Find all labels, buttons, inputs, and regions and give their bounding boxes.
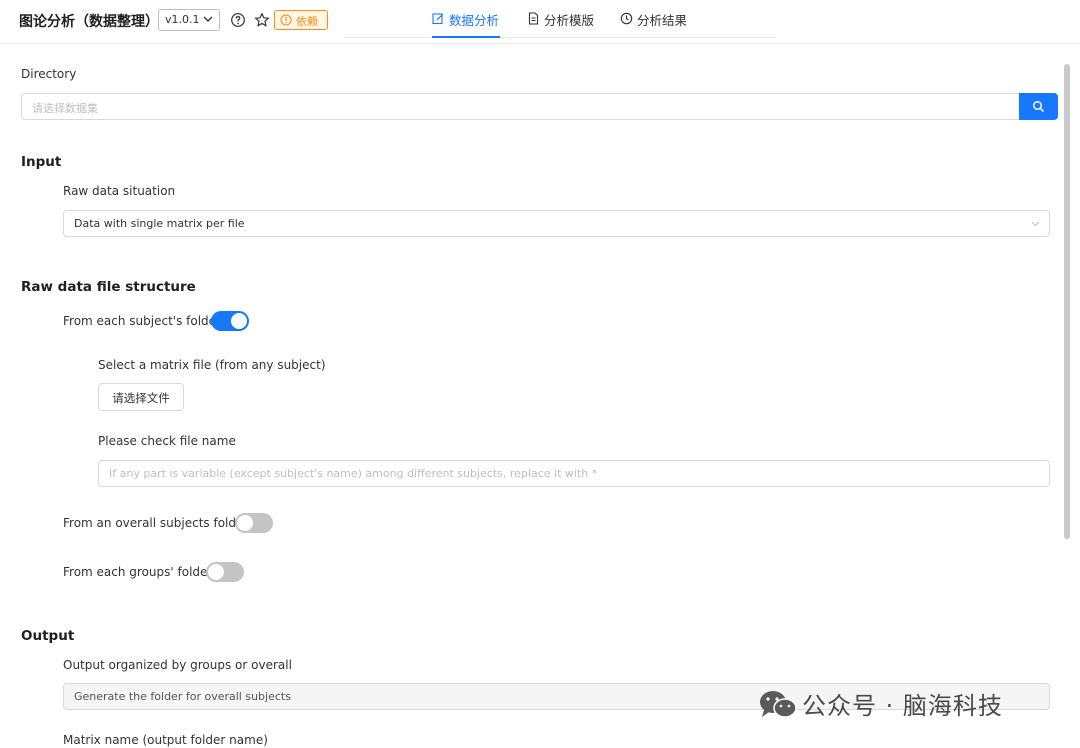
output-organized-label: Output organized by groups or overall — [63, 658, 292, 672]
tab-data-analysis[interactable]: 数据分析 — [432, 10, 500, 38]
star-icon[interactable] — [254, 12, 270, 28]
scrollbar-thumb[interactable] — [1064, 64, 1070, 539]
overall-folder-toggle[interactable] — [235, 513, 273, 533]
raw-data-situation-label: Raw data situation — [63, 184, 176, 198]
directory-label: Directory — [21, 67, 77, 81]
edit-icon — [432, 13, 444, 25]
help-icon[interactable] — [230, 12, 246, 28]
tab-bar: 数据分析 分析模版 分析结果 — [344, 0, 776, 38]
search-icon — [1032, 100, 1045, 113]
choose-file-button[interactable]: 请选择文件 — [98, 383, 184, 411]
matrix-name-label: Matrix name (output folder name) — [63, 733, 268, 747]
subject-folder-label: From each subject's folder — [63, 314, 221, 328]
warning-icon — [280, 14, 292, 26]
tab-analysis-result[interactable]: 分析结果 — [620, 10, 688, 38]
dataset-input[interactable]: 请选择数据集 — [21, 93, 1019, 120]
structure-section-title: Raw data file structure — [21, 279, 196, 295]
app-header: 图论分析（数据整理） v1.0.1 依赖 数据分析 分析模版 分析结果 — [0, 0, 1080, 44]
raw-data-value: Data with single matrix per file — [74, 217, 245, 230]
output-section-title: Output — [21, 628, 75, 644]
version-select[interactable]: v1.0.1 — [158, 9, 220, 31]
file-icon — [528, 12, 539, 25]
input-section-title: Input — [21, 154, 62, 170]
tab-analysis-template[interactable]: 分析模版 — [527, 10, 595, 38]
select-matrix-label: Select a matrix file (from any subject) — [98, 358, 326, 372]
dependency-badge[interactable]: 依赖 — [274, 10, 328, 30]
check-file-name-label: Please check file name — [98, 434, 236, 448]
raw-data-select[interactable]: Data with single matrix per file — [63, 210, 1050, 237]
tab-label: 数据分析 — [449, 13, 500, 28]
wechat-logo-icon — [760, 691, 797, 718]
chevron-down-icon — [1031, 221, 1040, 227]
groups-folder-toggle[interactable] — [206, 562, 244, 582]
overall-folder-label: From an overall subjects folder — [63, 516, 249, 530]
groups-folder-label: From each groups' folder — [63, 565, 213, 579]
tab-label: 分析结果 — [637, 13, 688, 28]
chevron-down-icon — [203, 16, 213, 22]
subject-folder-toggle[interactable] — [211, 311, 249, 331]
watermark-text: 公众号 · 脑海科技 — [802, 692, 1003, 720]
tab-label: 分析模版 — [544, 13, 595, 28]
version-label: v1.0.1 — [165, 13, 200, 26]
file-name-input[interactable]: If any part is variable (except subject'… — [98, 460, 1050, 487]
dependency-label: 依赖 — [296, 15, 318, 28]
app-title: 图论分析（数据整理） — [19, 14, 159, 30]
clock-icon — [620, 12, 633, 25]
search-button[interactable] — [1019, 93, 1058, 120]
